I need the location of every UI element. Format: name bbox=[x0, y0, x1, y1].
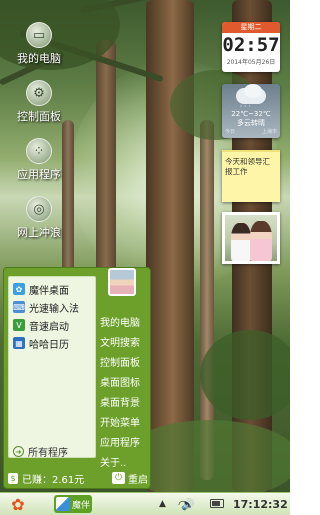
desktop-icon-apps[interactable]: ⁘ 应用程序 bbox=[10, 138, 68, 182]
photo-widget[interactable] bbox=[222, 212, 280, 264]
menu-item-search[interactable]: 文明搜索 bbox=[100, 334, 140, 349]
clock-widget[interactable]: 星期二 02:57 2014年05月26日 bbox=[222, 22, 280, 72]
clock-time: 02:57 bbox=[222, 34, 280, 56]
money-bag-icon: $ bbox=[8, 472, 18, 484]
avatar[interactable] bbox=[108, 268, 136, 296]
start-button[interactable]: ✿ bbox=[8, 495, 28, 514]
clock-weekday: 星期二 bbox=[222, 22, 280, 33]
taskbar: ✿ 魔伴 ▲ 🔊 ◠ 17:12:32 bbox=[0, 492, 290, 515]
globe-icon: ◎ bbox=[26, 196, 52, 222]
weather-temp: 22℃~32℃ bbox=[231, 110, 271, 118]
launch-icon: V bbox=[13, 319, 25, 331]
menu-item-desktop-icons[interactable]: 桌面图标 bbox=[100, 374, 140, 389]
note-widget[interactable]: 今天和领导汇报工作 bbox=[222, 150, 280, 202]
menu-item-guangsu-input[interactable]: ⌨ 光速输入法 bbox=[13, 299, 79, 315]
restart-button[interactable]: ⏻ 重启 bbox=[112, 471, 148, 486]
clock-date: 2014年05月26日 bbox=[226, 59, 276, 66]
desktop-icon-control-panel[interactable]: ⚙ 控制面板 bbox=[10, 80, 68, 124]
photo-image bbox=[225, 215, 277, 261]
menu-item-desktop-background[interactable]: 桌面背景 bbox=[100, 394, 140, 409]
keyboard-icon: ⌨ bbox=[13, 301, 25, 313]
battery-icon[interactable] bbox=[210, 499, 224, 508]
apps-icon: ⁘ bbox=[26, 138, 52, 164]
moban-app-icon bbox=[56, 497, 70, 511]
weather-condition: 多云转晴 bbox=[237, 119, 265, 127]
menu-item-applications[interactable]: 应用程序 bbox=[100, 434, 140, 449]
wifi-signal-icon[interactable]: ◠ bbox=[178, 495, 188, 514]
menu-item-control-panel[interactable]: 控制面板 bbox=[100, 354, 140, 369]
weather-city: 上海市 bbox=[261, 129, 277, 135]
calendar-icon: ▦ bbox=[13, 337, 25, 349]
start-menu-programs-panel: ✿ 魔伴桌面 ⌨ 光速输入法 V 音速启动 ▦ 哈哈日历 ➜ 所有程序 bbox=[8, 276, 96, 459]
menu-item-start-menu[interactable]: 开始菜单 bbox=[100, 414, 140, 429]
computer-icon: ▭ bbox=[26, 22, 52, 48]
menu-item-my-computer[interactable]: 我的电脑 bbox=[100, 314, 140, 329]
tray-expand-icon[interactable]: ▲ bbox=[159, 495, 166, 514]
weather-widget[interactable]: ' ' ' 22℃~32℃ 多云转晴 今日 上海市 bbox=[222, 84, 280, 138]
menu-item-about[interactable]: 关于.. bbox=[100, 454, 126, 469]
weather-day-label: 今日 bbox=[225, 129, 236, 135]
start-menu: ✿ 魔伴桌面 ⌨ 光速输入法 V 音速启动 ▦ 哈哈日历 ➜ 所有程序 我的电脑… bbox=[3, 267, 151, 489]
note-text: 今天和领导汇报工作 bbox=[225, 157, 270, 176]
power-icon: ⏻ bbox=[112, 472, 125, 484]
taskbar-clock[interactable]: 17:12:32 bbox=[233, 495, 288, 514]
menu-item-yinsu-launch[interactable]: V 音速启动 bbox=[13, 317, 69, 333]
taskbar-app-moban[interactable]: 魔伴 bbox=[54, 495, 92, 513]
menu-item-mobanzhuomian[interactable]: ✿ 魔伴桌面 bbox=[13, 281, 69, 297]
mobanzhuomian-icon: ✿ bbox=[13, 283, 25, 295]
desktop-icon-my-computer[interactable]: ▭ 我的电脑 bbox=[10, 22, 68, 66]
menu-item-haha-calendar[interactable]: ▦ 哈哈日历 bbox=[13, 335, 69, 351]
all-programs-button[interactable]: ➜ 所有程序 bbox=[13, 444, 68, 459]
earnings-display: $ 已赚：2.61元 bbox=[8, 471, 84, 486]
control-panel-icon: ⚙ bbox=[26, 80, 52, 106]
arrow-right-icon: ➜ bbox=[13, 446, 24, 457]
desktop-icon-internet[interactable]: ◎ 网上冲浪 bbox=[10, 196, 68, 240]
